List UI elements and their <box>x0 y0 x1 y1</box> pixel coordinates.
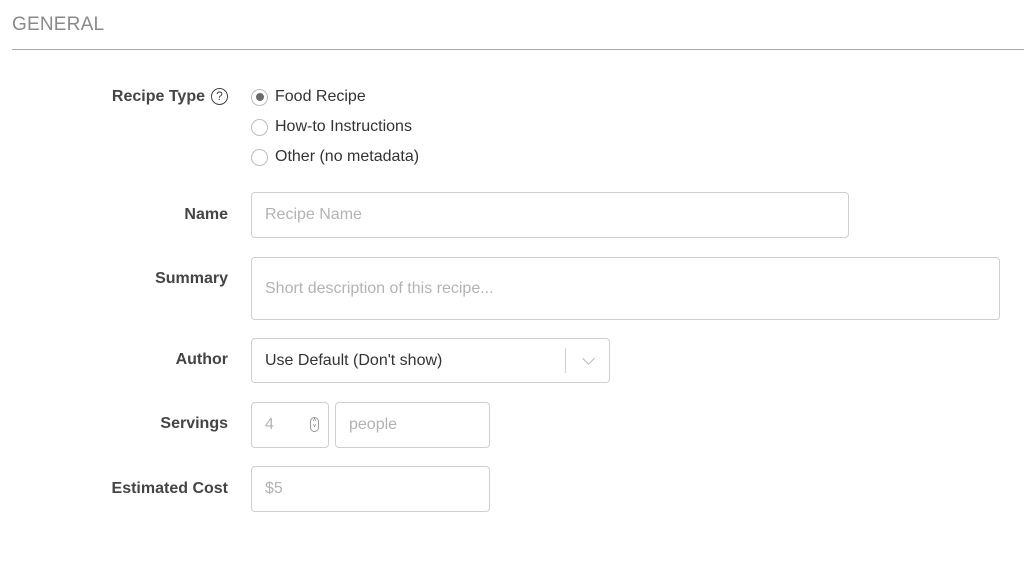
number-stepper-icon[interactable]: ˄ ˅ <box>310 417 319 432</box>
summary-textarea[interactable]: Short description of this recipe... <box>251 257 1000 320</box>
radio-button-checked[interactable] <box>251 88 268 106</box>
radio-label: Food Recipe <box>275 88 366 105</box>
radio-label: Other (no metadata) <box>275 148 420 165</box>
servings-amount-placeholder: 4 <box>265 416 274 433</box>
author-label: Author <box>175 351 228 368</box>
chevron-down-icon[interactable] <box>582 352 595 365</box>
section-divider <box>12 49 1024 50</box>
servings-unit-input[interactable]: people <box>335 402 490 448</box>
select-separator <box>565 348 566 373</box>
name-placeholder: Recipe Name <box>265 206 362 223</box>
servings-label: Servings <box>160 415 228 432</box>
help-icon[interactable]: ? <box>211 88 228 105</box>
summary-label: Summary <box>155 270 228 287</box>
author-select[interactable]: Use Default (Don't show) <box>251 338 610 383</box>
name-input[interactable]: Recipe Name <box>251 192 849 238</box>
recipe-type-label: Recipe Type? <box>112 88 228 106</box>
radio-button[interactable] <box>251 118 268 136</box>
section-title: GENERAL <box>12 14 105 35</box>
radio-how-to-instructions[interactable]: How-to Instructions <box>251 118 412 136</box>
radio-other[interactable]: Other (no metadata) <box>251 148 419 166</box>
servings-amount-input[interactable]: 4 ˄ ˅ <box>251 402 329 448</box>
estimated-cost-placeholder: $5 <box>265 480 283 497</box>
radio-button[interactable] <box>251 148 268 166</box>
summary-placeholder: Short description of this recipe... <box>265 279 494 297</box>
estimated-cost-input[interactable]: $5 <box>251 466 490 512</box>
estimated-cost-label: Estimated Cost <box>111 480 228 497</box>
servings-unit-placeholder: people <box>349 416 398 433</box>
radio-food-recipe[interactable]: Food Recipe <box>251 88 366 106</box>
author-selected-value: Use Default (Don't show) <box>265 351 443 369</box>
name-label: Name <box>184 206 228 223</box>
radio-label: How-to Instructions <box>275 118 412 135</box>
recipe-type-label-text: Recipe Type <box>111 88 205 105</box>
